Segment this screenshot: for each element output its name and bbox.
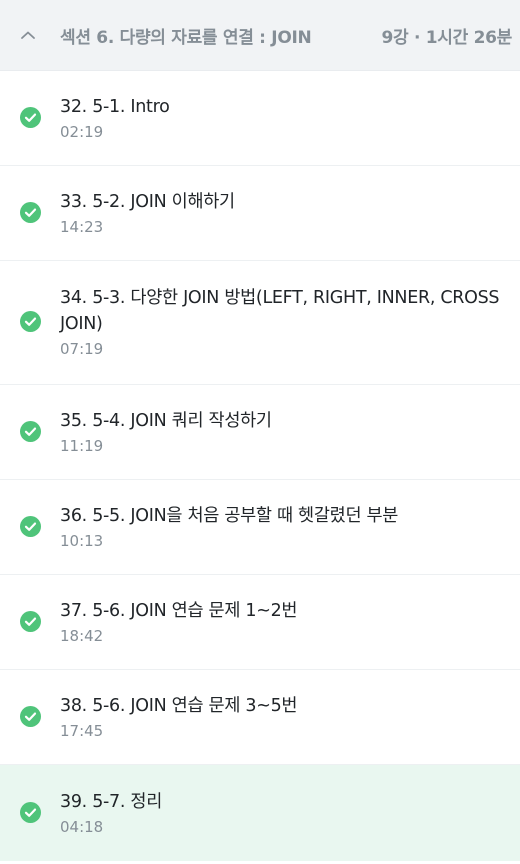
lecture-duration: 14:23 bbox=[60, 217, 104, 236]
chevron-up-icon[interactable] bbox=[18, 25, 38, 45]
lecture-item[interactable]: 33. 5-2. JOIN 이해하기 14:23 bbox=[0, 166, 520, 261]
check-icon bbox=[20, 705, 41, 727]
check-icon bbox=[20, 515, 41, 537]
check-icon bbox=[20, 420, 41, 442]
lecture-duration: 02:19 bbox=[60, 122, 104, 141]
lecture-item[interactable]: 35. 5-4. JOIN 쿼리 작성하기 11:19 bbox=[0, 385, 520, 480]
lecture-duration: 17:45 bbox=[60, 721, 104, 740]
lecture-item[interactable]: 38. 5-6. JOIN 연습 문제 3~5번 17:45 bbox=[0, 670, 520, 765]
section-meta: 9강 · 1시간 26분 bbox=[381, 27, 513, 48]
lecture-item[interactable]: 36. 5-5. JOIN을 처음 공부할 때 헷갈렸던 부분 10:13 bbox=[0, 480, 520, 575]
check-icon bbox=[20, 201, 41, 223]
lecture-duration: 10:13 bbox=[60, 531, 104, 550]
lecture-item[interactable]: 32. 5-1. Intro 02:19 bbox=[0, 71, 520, 166]
lecture-title: 35. 5-4. JOIN 쿼리 작성하기 bbox=[60, 410, 272, 431]
lecture-item-active[interactable]: 39. 5-7. 정리 04:18 bbox=[0, 765, 520, 861]
lecture-title: 38. 5-6. JOIN 연습 문제 3~5번 bbox=[60, 695, 298, 716]
check-icon bbox=[20, 106, 41, 128]
lecture-duration: 04:18 bbox=[60, 817, 104, 836]
section-header[interactable]: 섹션 6. 다량의 자료를 연결 : JOIN 9강 · 1시간 26분 bbox=[0, 0, 520, 71]
lecture-title: 36. 5-5. JOIN을 처음 공부할 때 헷갈렸던 부분 bbox=[60, 505, 399, 526]
lecture-title: 37. 5-6. JOIN 연습 문제 1~2번 bbox=[60, 600, 298, 621]
lecture-item[interactable]: 37. 5-6. JOIN 연습 문제 1~2번 18:42 bbox=[0, 575, 520, 670]
lecture-duration: 18:42 bbox=[60, 626, 104, 645]
lecture-item[interactable]: 34. 5-3. 다양한 JOIN 방법(LEFT, RIGHT, INNER,… bbox=[0, 261, 520, 385]
check-icon bbox=[20, 801, 41, 823]
lecture-title: 39. 5-7. 정리 bbox=[60, 791, 163, 812]
check-icon bbox=[20, 311, 41, 332]
lecture-title: 34. 5-3. 다양한 JOIN 방법(LEFT, RIGHT, INNER,… bbox=[60, 288, 500, 334]
lecture-duration: 11:19 bbox=[60, 436, 104, 455]
section-title: 섹션 6. 다량의 자료를 연결 : JOIN bbox=[60, 27, 312, 48]
lecture-duration: 07:19 bbox=[60, 340, 104, 358]
check-icon bbox=[20, 610, 41, 632]
lecture-list: 32. 5-1. Intro 02:19 33. 5-2. JOIN 이해하기 … bbox=[0, 71, 520, 861]
lecture-title: 33. 5-2. JOIN 이해하기 bbox=[60, 191, 235, 212]
lecture-title: 32. 5-1. Intro bbox=[60, 96, 170, 117]
